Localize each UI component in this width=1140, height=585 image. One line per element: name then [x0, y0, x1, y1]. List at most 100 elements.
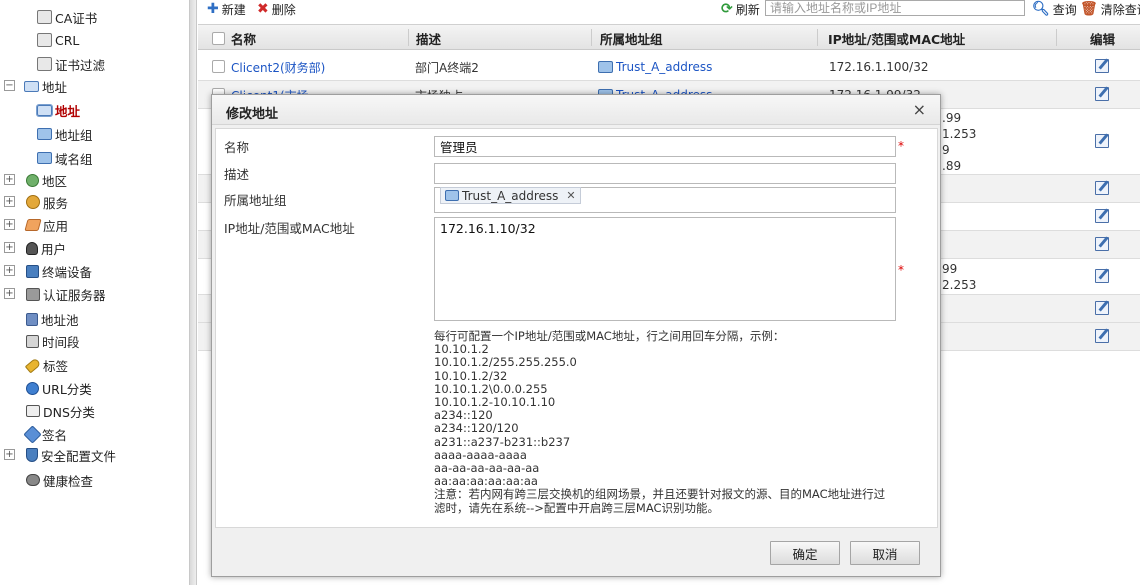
edit-icon[interactable]	[1095, 269, 1109, 283]
sidebar-item-label: 地区	[42, 173, 68, 189]
sidebar-item-url-category[interactable]: URL分类	[26, 377, 92, 399]
refresh-button[interactable]: ⟳ 刷新	[721, 0, 760, 18]
search-input[interactable]	[765, 0, 1025, 16]
sidebar-item-cert-filter[interactable]: 证书过滤	[37, 53, 105, 75]
edit-icon[interactable]	[1095, 59, 1109, 73]
sidebar-item-dns-category[interactable]: DNS分类	[26, 400, 95, 422]
sidebar-splitter[interactable]	[190, 0, 197, 585]
globe-icon	[26, 173, 39, 187]
header-description-label: 描述	[416, 31, 442, 47]
sidebar-item-time-range[interactable]: 时间段	[26, 330, 80, 352]
new-button[interactable]: ✚ 新建	[207, 0, 246, 18]
cancel-button[interactable]: 取消	[850, 541, 920, 565]
sidebar-item-label: DNS分类	[43, 404, 95, 420]
close-icon[interactable]: ×	[913, 100, 926, 119]
sidebar-item-signature[interactable]: 签名	[23, 423, 67, 445]
address-group-icon	[37, 128, 52, 140]
expand-icon[interactable]: +	[4, 196, 15, 207]
header-name-label: 名称	[231, 31, 257, 47]
table-row[interactable]: Clicent2(财务部) 部门A终端2 Trust_A_address 172…	[198, 53, 1140, 81]
sidebar-item-crl[interactable]: CRL	[37, 29, 79, 51]
edit-icon[interactable]	[1095, 134, 1109, 148]
row-ip-fragment: 9	[942, 143, 950, 157]
health-check-icon	[26, 474, 40, 486]
edit-icon[interactable]	[1095, 329, 1109, 343]
sidebar-item-ca-cert[interactable]: CA证书	[37, 6, 97, 28]
header-name[interactable]: 名称	[206, 25, 256, 51]
sidebar-item-label: 应用	[43, 218, 69, 234]
expand-icon[interactable]: +	[4, 265, 15, 276]
expand-icon[interactable]: +	[4, 219, 15, 230]
row-name-link[interactable]: Clicent2(财务部)	[231, 53, 325, 81]
query-button[interactable]: 🔍︎ 查询	[1032, 0, 1077, 18]
header-group[interactable]: 所属地址组	[594, 25, 663, 51]
sidebar-item-address-group[interactable]: 地址组	[37, 123, 93, 145]
domain-group-icon	[37, 152, 52, 164]
toolbar: ✚ 新建 ✖ 删除 ⟳ 刷新 🔍︎ 查询 🗑︎ 清除查询	[198, 0, 1140, 22]
application-icon	[24, 219, 42, 231]
header-description[interactable]: 描述	[410, 25, 441, 51]
sidebar-item-domain-group[interactable]: 域名组	[37, 147, 93, 169]
sidebar-item-region[interactable]: + 地区	[4, 169, 67, 191]
column-separator	[591, 29, 592, 46]
row-ip-fragment: 1.253	[942, 127, 977, 141]
name-field[interactable]	[434, 136, 896, 157]
edit-icon[interactable]	[1095, 209, 1109, 223]
clear-query-button[interactable]: 🗑︎ 清除查询	[1080, 0, 1140, 18]
sidebar-item-label: 证书过滤	[55, 57, 106, 73]
refresh-button-label: 刷新	[735, 2, 760, 17]
address-group-tag: Trust_A_address ✕	[440, 187, 581, 204]
header-edit: 编辑	[1084, 25, 1115, 51]
sidebar-item-terminal-device[interactable]: + 终端设备	[4, 260, 92, 282]
user-icon	[26, 241, 38, 255]
edit-icon[interactable]	[1095, 237, 1109, 251]
address-group-icon	[445, 190, 459, 201]
row-checkbox[interactable]	[212, 60, 225, 73]
confirm-button[interactable]: 确定	[770, 541, 840, 565]
row-ip-fragment: 99	[942, 262, 958, 276]
dialog-title-bar[interactable]: 修改地址 ×	[212, 95, 940, 125]
row-description: 部门A终端2	[415, 60, 479, 75]
table-header: 名称 描述 所属地址组 IP地址/范围或MAC地址 编辑	[198, 24, 1140, 50]
sidebar-item-user[interactable]: + 用户	[4, 237, 66, 259]
edit-icon[interactable]	[1095, 87, 1109, 101]
edit-icon[interactable]	[1095, 301, 1109, 315]
address-pool-icon	[26, 312, 38, 326]
sidebar-item-security-profile[interactable]: + 安全配置文件	[4, 444, 116, 466]
ip-label: IP地址/范围或MAC地址	[224, 221, 355, 236]
tag-icon	[24, 357, 42, 373]
row-group[interactable]: Trust_A_address	[598, 53, 712, 81]
monitor-icon	[36, 103, 53, 117]
sidebar-item-label: 域名组	[55, 151, 93, 167]
expand-icon[interactable]: +	[4, 242, 15, 253]
expand-icon[interactable]: +	[4, 174, 15, 185]
sidebar-item-address-pool[interactable]: 地址池	[26, 308, 79, 330]
edit-icon[interactable]	[1095, 181, 1109, 195]
expand-icon[interactable]: +	[4, 288, 15, 299]
sidebar-item-health-check[interactable]: 健康检查	[26, 469, 93, 491]
sidebar-item-label: CA证书	[55, 10, 98, 26]
delete-button[interactable]: ✖ 删除	[257, 0, 296, 18]
remove-tag-icon[interactable]: ✕	[566, 189, 575, 202]
sidebar-item-address[interactable]: 地址	[36, 99, 80, 121]
sidebar-item-auth-server[interactable]: + 认证服务器	[4, 283, 106, 305]
sidebar-item-label: 标签	[43, 358, 69, 374]
sidebar-item-application[interactable]: + 应用	[4, 214, 68, 236]
row-ip-fragment: 2.253	[942, 278, 977, 292]
magnifier-icon: 🔍︎	[1032, 1, 1050, 17]
sidebar-item-service[interactable]: + 服务	[4, 191, 68, 213]
dialog-title: 修改地址	[226, 107, 279, 122]
description-field[interactable]	[434, 163, 896, 184]
sidebar-item-label: 时间段	[42, 334, 80, 350]
terminal-device-icon	[26, 264, 39, 278]
sidebar-item-tag[interactable]: 标签	[24, 354, 69, 376]
new-button-label: 新建	[221, 2, 246, 17]
collapse-icon[interactable]: −	[4, 80, 15, 91]
sidebar-item-address-root[interactable]: − 地址	[4, 75, 67, 97]
dialog-form: 名称 * 描述 所属地址组 Trust_A_address ✕ IP地址/范围或…	[215, 128, 938, 528]
header-ip[interactable]: IP地址/范围或MAC地址	[822, 25, 965, 51]
ip-textarea[interactable]: 172.16.1.10/32	[434, 217, 896, 321]
address-group-icon	[598, 61, 613, 73]
select-all-checkbox[interactable]	[212, 31, 225, 45]
expand-icon[interactable]: +	[4, 449, 15, 460]
